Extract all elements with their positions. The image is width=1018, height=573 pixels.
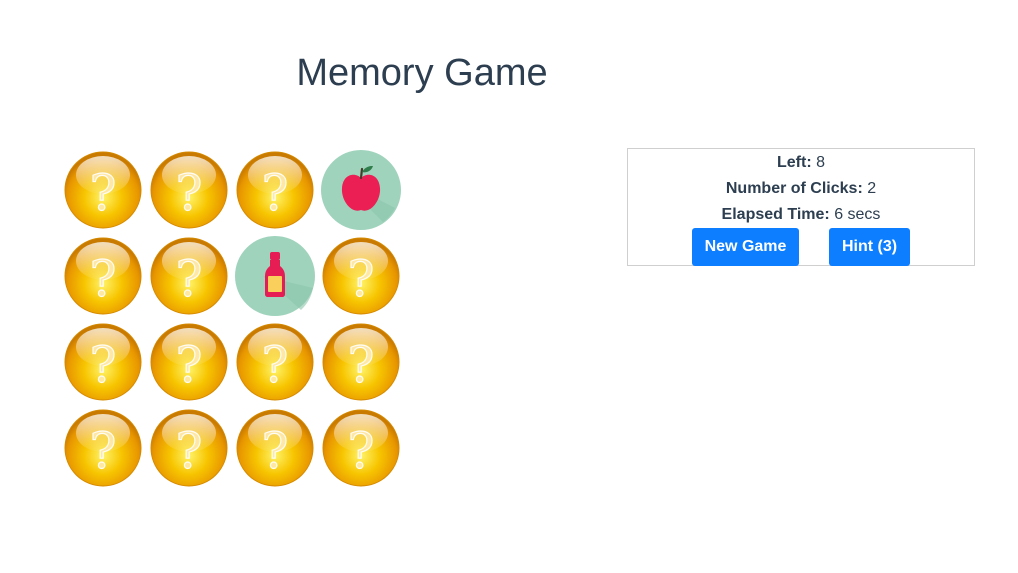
card-hidden-r3-c4[interactable]: ? (321, 322, 401, 402)
card-hidden-r4-c1[interactable]: ? (63, 408, 143, 488)
svg-text:?: ? (90, 164, 117, 222)
svg-text:?: ? (176, 422, 203, 480)
page-title: Memory Game (296, 52, 548, 94)
svg-text:?: ? (176, 164, 203, 222)
question-mark-icon: ? (236, 151, 314, 229)
svg-text:?: ? (90, 250, 117, 308)
svg-text:?: ? (90, 422, 117, 480)
card-hidden-r2-c1[interactable]: ? (63, 236, 143, 316)
card-hidden-r4-c2[interactable]: ? (149, 408, 229, 488)
question-mark-icon: ? (150, 151, 228, 229)
elapsed-time-value: 6 secs (834, 206, 881, 223)
question-mark-icon: ? (64, 409, 142, 487)
svg-text:?: ? (262, 336, 289, 394)
question-mark-icon: ? (64, 237, 142, 315)
cards-left-label: Left: (776, 154, 812, 171)
card-hidden-r4-c3[interactable]: ? (235, 408, 315, 488)
elapsed-time-label: Elapsed Time: (721, 206, 830, 223)
elapsed-time-stat: Elapsed Time: 6 secs (628, 202, 974, 228)
question-mark-icon: ? (236, 323, 314, 401)
hint-button[interactable]: Hint (3) (829, 228, 910, 266)
card-revealed-r1-c4[interactable] (321, 150, 401, 230)
svg-text:?: ? (176, 250, 203, 308)
clicks-stat: Number of Clicks: 2 (628, 176, 974, 202)
question-mark-icon: ? (64, 151, 142, 229)
card-hidden-r3-c2[interactable]: ? (149, 322, 229, 402)
question-mark-icon: ? (322, 237, 400, 315)
question-mark-icon: ? (64, 323, 142, 401)
card-hidden-r1-c3[interactable]: ? (235, 150, 315, 230)
card-hidden-r1-c2[interactable]: ? (149, 150, 229, 230)
svg-text:?: ? (262, 422, 289, 480)
card-hidden-r2-c2[interactable]: ? (149, 236, 229, 316)
stats-panel: Left: 8 Number of Clicks: 2 Elapsed Time… (627, 148, 975, 266)
button-row: New Game Hint (3) (628, 228, 974, 266)
svg-text:?: ? (90, 336, 117, 394)
card-hidden-r3-c1[interactable]: ? (63, 322, 143, 402)
apple-icon (321, 150, 401, 230)
question-mark-icon: ? (236, 409, 314, 487)
clicks-label: Number of Clicks: (725, 180, 863, 197)
ketchup-bottle-icon (235, 236, 315, 316)
card-hidden-r4-c4[interactable]: ? (321, 408, 401, 488)
cards-left-value: 8 (816, 154, 825, 171)
svg-text:?: ? (176, 336, 203, 394)
cards-left-stat: Left: 8 (628, 150, 974, 176)
card-hidden-r3-c3[interactable]: ? (235, 322, 315, 402)
card-hidden-r2-c4[interactable]: ? (321, 236, 401, 316)
card-revealed-r2-c3[interactable] (235, 236, 315, 316)
game-board: ? ? ? ? ? ? ? ? ? ? ? ? ? ? (63, 150, 403, 488)
svg-text:?: ? (262, 164, 289, 222)
new-game-button[interactable]: New Game (692, 228, 799, 266)
card-hidden-r1-c1[interactable]: ? (63, 150, 143, 230)
question-mark-icon: ? (150, 409, 228, 487)
question-mark-icon: ? (322, 409, 400, 487)
svg-text:?: ? (348, 422, 375, 480)
clicks-value: 2 (867, 180, 877, 197)
svg-text:?: ? (348, 250, 375, 308)
question-mark-icon: ? (150, 323, 228, 401)
question-mark-icon: ? (150, 237, 228, 315)
question-mark-icon: ? (322, 323, 400, 401)
svg-text:?: ? (348, 336, 375, 394)
